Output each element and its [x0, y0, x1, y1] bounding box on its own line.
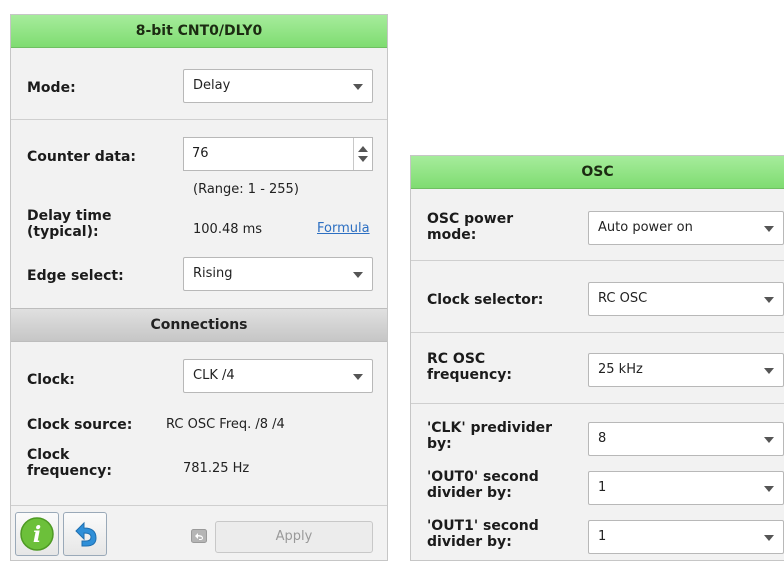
info-button[interactable]: i	[15, 512, 59, 556]
rc-osc-frequency-value: 25 kHz	[598, 362, 643, 377]
delay-time-label-line1: Delay time	[27, 208, 112, 224]
rc-osc-frequency-label-line2: frequency:	[427, 367, 512, 383]
divider	[11, 505, 387, 506]
rc-osc-frequency-select[interactable]: 25 kHz	[588, 353, 784, 387]
clock-selector-label: Clock selector:	[427, 292, 544, 308]
formula-link[interactable]: Formula	[317, 221, 370, 236]
undo-icon	[75, 521, 97, 547]
counter-data-spinbox[interactable]: 76	[183, 137, 373, 171]
connections-header: Connections	[11, 308, 387, 342]
clock-label: Clock:	[27, 372, 75, 388]
counter-range: (Range: 1 - 255)	[193, 182, 299, 197]
mode-value: Delay	[193, 78, 231, 93]
spin-up-icon[interactable]	[358, 146, 368, 152]
out0-divider-label: 'OUT0' second divider by:	[427, 469, 539, 501]
chevron-down-icon	[353, 272, 363, 278]
divider	[11, 119, 387, 120]
out0-divider-value: 1	[598, 480, 607, 495]
out0-divider-label-line2: divider by:	[427, 485, 512, 501]
mode-select[interactable]: Delay	[183, 69, 373, 103]
clock-frequency-label-line2: frequency:	[27, 463, 112, 479]
osc-panel: OSC OSC power mode: Auto power on Clock …	[410, 155, 784, 561]
out1-divider-value: 1	[598, 529, 607, 544]
chevron-down-icon	[764, 368, 774, 374]
chevron-down-icon	[353, 374, 363, 380]
svg-text:i: i	[33, 522, 41, 548]
chevron-down-icon	[764, 486, 774, 492]
clk-predivider-value: 8	[598, 431, 607, 446]
power-mode-label: OSC power mode:	[427, 211, 513, 243]
spin-down-icon[interactable]	[358, 156, 368, 162]
panel-title: 8-bit CNT0/DLY0	[11, 15, 387, 48]
edge-select-value: Rising	[193, 266, 233, 281]
mode-label: Mode:	[27, 80, 76, 96]
out1-divider-label-line1: 'OUT1' second	[427, 518, 539, 534]
clk-predivider-select[interactable]: 8	[588, 422, 784, 456]
clock-select[interactable]: CLK /4	[183, 359, 373, 393]
clk-predivider-label: 'CLK' predivider by:	[427, 420, 552, 452]
chevron-down-icon	[764, 437, 774, 443]
panel-title: OSC	[411, 156, 784, 189]
delay-time-value: 100.48 ms	[193, 222, 263, 237]
chevron-down-icon	[353, 84, 363, 90]
divider	[411, 260, 784, 261]
clock-selector-value: RC OSC	[598, 291, 648, 306]
spin-buttons[interactable]	[353, 138, 372, 170]
edge-select-label: Edge select:	[27, 268, 124, 284]
clock-frequency-label-line1: Clock	[27, 447, 70, 463]
clk-predivider-label-line1: 'CLK' predivider	[427, 420, 553, 436]
edge-select[interactable]: Rising	[183, 257, 373, 291]
clock-frequency-value: 781.25 Hz	[183, 461, 250, 476]
chevron-down-icon	[764, 297, 774, 303]
divider	[411, 403, 784, 404]
cnt0-dly0-panel: 8-bit CNT0/DLY0 Mode: Delay Counter data…	[10, 14, 388, 561]
chevron-down-icon	[764, 226, 774, 232]
divider	[411, 332, 784, 333]
rc-osc-frequency-label-line1: RC OSC	[427, 351, 486, 367]
power-mode-label-line1: OSC power	[427, 211, 514, 227]
revert-icon[interactable]	[191, 529, 207, 543]
rc-osc-frequency-label: RC OSC frequency:	[427, 351, 512, 383]
out1-divider-select[interactable]: 1	[588, 520, 784, 554]
undo-button[interactable]	[63, 512, 107, 556]
clock-value: CLK /4	[193, 368, 235, 383]
out0-divider-label-line1: 'OUT0' second	[427, 469, 539, 485]
out1-divider-label: 'OUT1' second divider by:	[427, 518, 539, 550]
power-mode-value: Auto power on	[598, 220, 693, 235]
out0-divider-select[interactable]: 1	[588, 471, 784, 505]
delay-time-label-line2: (typical):	[27, 224, 99, 240]
power-mode-select[interactable]: Auto power on	[588, 211, 784, 245]
counter-data-value: 76	[192, 146, 209, 161]
clock-selector-select[interactable]: RC OSC	[588, 282, 784, 316]
clock-source-label: Clock source:	[27, 417, 133, 433]
counter-data-label: Counter data:	[27, 149, 136, 165]
power-mode-label-line2: mode:	[427, 227, 477, 243]
apply-button[interactable]: Apply	[215, 521, 373, 553]
out1-divider-label-line2: divider by:	[427, 534, 512, 550]
chevron-down-icon	[764, 535, 774, 541]
info-icon: i	[20, 517, 54, 551]
delay-time-label: Delay time (typical):	[27, 208, 112, 240]
clock-source-value: RC OSC Freq. /8 /4	[166, 417, 285, 432]
clk-predivider-label-line2: by:	[427, 436, 452, 452]
clock-frequency-label: Clock frequency:	[27, 447, 112, 479]
